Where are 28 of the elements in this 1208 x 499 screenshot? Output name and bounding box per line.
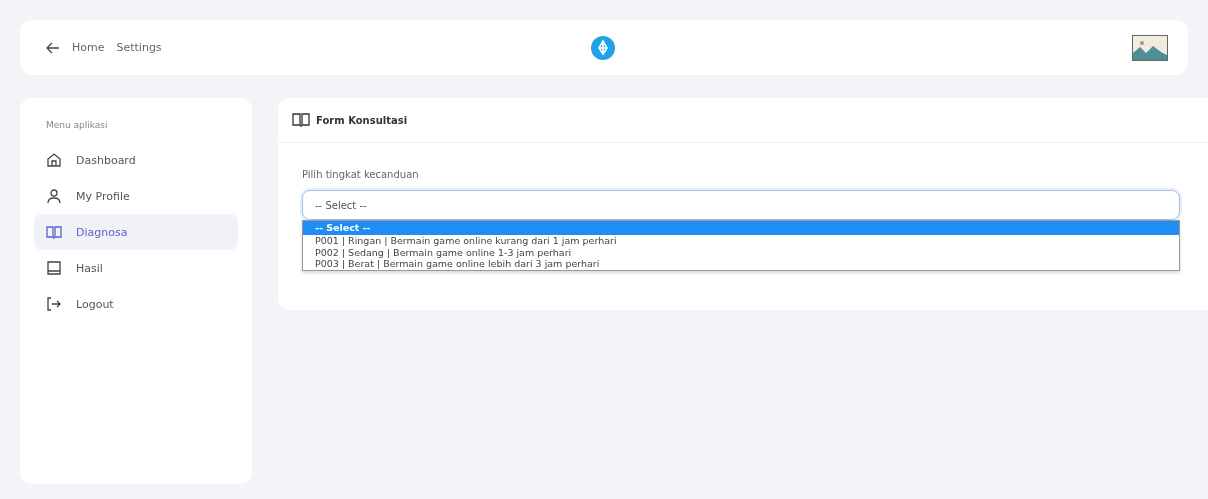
- sidebar-label: My Profile: [76, 189, 130, 203]
- dropdown-option[interactable]: P002 | Sedang | Bermain game online 1-3 jam perhari: [303, 246, 1179, 258]
- dropdown-option[interactable]: P003 | Berat | Bermain game online lebih dari 3 jam perhari: [303, 258, 1179, 270]
- sidebar-label: Hasil: [76, 261, 103, 275]
- book-icon: [46, 260, 62, 276]
- card-title: Form Konsultasi: [316, 114, 408, 126]
- sidebar-item[interactable]: Logout: [34, 286, 238, 322]
- sidebar-item[interactable]: Dashboard: [34, 142, 238, 178]
- image-icon[interactable]: [1132, 34, 1168, 61]
- book-icon: [292, 112, 310, 128]
- home-icon: [46, 152, 62, 168]
- logout-icon: [46, 296, 62, 312]
- back-arrow-icon[interactable]: [46, 41, 60, 54]
- nav-link[interactable]: Home: [72, 41, 105, 54]
- book-icon: [46, 224, 62, 240]
- sidebar-item[interactable]: Diagnosa: [34, 214, 238, 250]
- dropdown-option[interactable]: P001 | Ringan | Bermain game online kurang dari 1 jam perhari: [303, 235, 1179, 247]
- select-field[interactable]: -- Select --: [302, 190, 1180, 220]
- logo-icon[interactable]: [591, 36, 615, 60]
- sidebar-label: Diagnosa: [76, 225, 128, 239]
- field-label: Pilih tingkat kecanduan: [302, 169, 420, 180]
- sidebar-item[interactable]: My Profile: [34, 178, 238, 214]
- sidebar-item[interactable]: Hasil: [34, 250, 238, 286]
- sidebar-heading: Menu aplikasi: [46, 120, 109, 130]
- nav-link[interactable]: Settings: [116, 41, 162, 54]
- sidebar-label: Logout: [76, 297, 114, 311]
- sidebar-label: Dashboard: [76, 153, 136, 167]
- person-icon: [46, 188, 62, 204]
